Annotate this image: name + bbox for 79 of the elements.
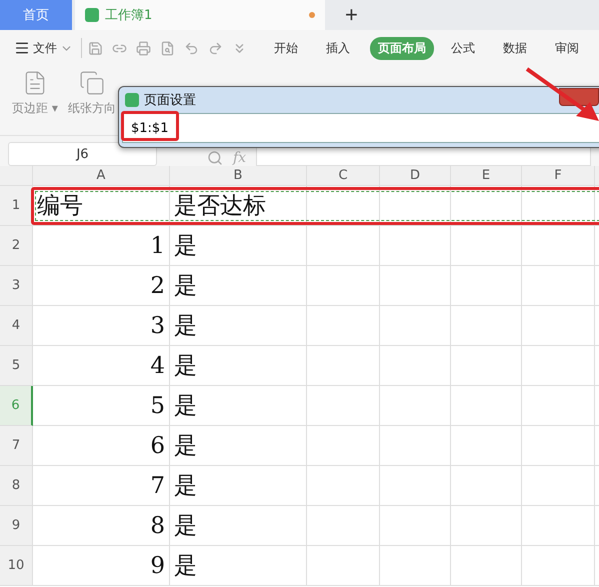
- table-cell: 是: [170, 346, 307, 386]
- table-cell: 1: [33, 226, 170, 266]
- empty-cell: [380, 226, 451, 266]
- unsaved-dot-icon: [309, 12, 315, 18]
- column-header[interactable]: A: [33, 166, 170, 186]
- copy-icon: [78, 70, 105, 96]
- empty-cell: [380, 506, 451, 546]
- save-icon[interactable]: [88, 40, 103, 56]
- table-cell: 4: [33, 346, 170, 386]
- table-cell: 是: [170, 506, 307, 546]
- table-cell: 是: [170, 266, 307, 306]
- table-cell: 8: [33, 506, 170, 546]
- empty-cell: [451, 186, 522, 226]
- column-header[interactable]: B: [170, 166, 307, 186]
- name-box[interactable]: J6: [8, 142, 157, 166]
- table-cell: 3: [33, 306, 170, 346]
- empty-cell: [451, 386, 522, 426]
- table-cell: 是: [170, 546, 307, 586]
- empty-cell: [380, 186, 451, 226]
- new-tab-button[interactable]: +: [339, 0, 364, 30]
- empty-cell: [380, 546, 451, 586]
- row-header[interactable]: 8: [0, 466, 33, 506]
- ribbon-tab[interactable]: 开始: [266, 36, 306, 60]
- table-cell: 6: [33, 426, 170, 466]
- redo-icon[interactable]: [208, 40, 223, 56]
- empty-cell: [451, 226, 522, 266]
- ribbon-tab[interactable]: 数据: [495, 36, 535, 60]
- row-header[interactable]: 5: [0, 346, 33, 386]
- empty-cell: [380, 266, 451, 306]
- range-input[interactable]: $1:$1: [122, 113, 599, 143]
- ribbon-tab[interactable]: 公式: [443, 36, 483, 60]
- table-cell: 是: [170, 426, 307, 466]
- empty-cell: [451, 546, 522, 586]
- column-header[interactable]: F: [522, 166, 595, 186]
- row-header[interactable]: 7: [0, 426, 33, 466]
- table-cell: 编号: [33, 186, 170, 226]
- printer-icon[interactable]: [136, 40, 151, 56]
- column-header[interactable]: D: [380, 166, 451, 186]
- column-header[interactable]: E: [451, 166, 522, 186]
- row-header[interactable]: 9: [0, 506, 33, 546]
- row-header[interactable]: 4: [0, 306, 33, 346]
- empty-cell: [451, 466, 522, 506]
- empty-cell: [451, 506, 522, 546]
- empty-cell: [380, 466, 451, 506]
- table-cell: 9: [33, 546, 170, 586]
- preview-icon[interactable]: [160, 40, 175, 56]
- empty-cell: [380, 426, 451, 466]
- spreadsheet-logo-icon: [85, 8, 99, 22]
- empty-cell: [380, 306, 451, 346]
- table-cell: 是: [170, 306, 307, 346]
- ribbon-tab[interactable]: 审阅: [547, 36, 587, 60]
- document-tab[interactable]: 工作簿1: [75, 0, 325, 30]
- table-cell: 2: [33, 266, 170, 306]
- row-header[interactable]: 1: [0, 186, 33, 226]
- table-cell: 7: [33, 466, 170, 506]
- empty-cell: [451, 346, 522, 386]
- table-cell: 是: [170, 226, 307, 266]
- select-all-corner[interactable]: [0, 166, 33, 186]
- row-header[interactable]: 2: [0, 226, 33, 266]
- empty-cell: [451, 266, 522, 306]
- column-header[interactable]: C: [307, 166, 380, 186]
- ribbon-button[interactable]: 纸张方向: [66, 70, 118, 135]
- ribbon-tab[interactable]: 插入: [318, 36, 358, 60]
- table-cell: 是: [170, 466, 307, 506]
- search-icon[interactable]: [207, 150, 223, 166]
- table-cell: 是: [170, 386, 307, 426]
- row-header[interactable]: 10: [0, 546, 33, 586]
- spreadsheet-logo-icon: [125, 93, 139, 107]
- file-menu-button[interactable]: 文件: [14, 40, 73, 56]
- undo-icon[interactable]: [184, 40, 199, 56]
- menu-icon: [14, 40, 30, 56]
- empty-cell: [380, 346, 451, 386]
- row-header[interactable]: 3: [0, 266, 33, 306]
- dialog-title: 页面设置: [144, 92, 196, 109]
- empty-cell: [451, 426, 522, 466]
- empty-cell: [451, 306, 522, 346]
- table-cell: 是否达标: [170, 186, 307, 226]
- empty-cell: [380, 386, 451, 426]
- table-cell: 5: [33, 386, 170, 426]
